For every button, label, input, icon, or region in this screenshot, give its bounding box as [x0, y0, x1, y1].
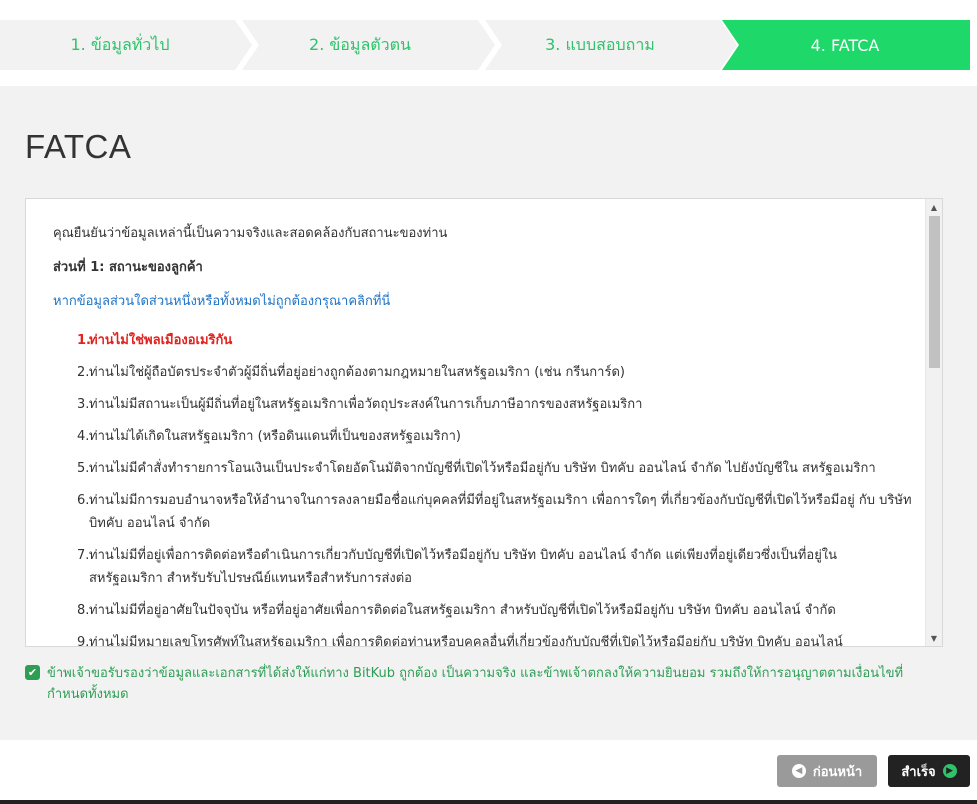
- chevron-left-circle-icon: ◀: [791, 764, 806, 778]
- edit-info-link[interactable]: หากข้อมูลส่วนใดส่วนหนึ่งหรือทั้งหมดไม่ถู…: [53, 293, 913, 311]
- item-text: ท่านไม่ใช่พลเมืองอเมริกัน: [89, 333, 233, 348]
- item-text: ท่านไม่มีคำสั่งทำรายการโอนเงินเป็นประจำโ…: [89, 461, 876, 476]
- item-text: ท่านไม่มีที่อยู่อาศัยในปัจจุบัน หรือที่อ…: [89, 603, 836, 618]
- agreement-intro: คุณยืนยันว่าข้อมูลเหล่านี้เป็นความจริงแล…: [53, 226, 448, 241]
- finish-button-label: สำเร็จ: [901, 764, 936, 780]
- item-text: ท่านไม่มีการมอบอำนาจหรือให้อำนาจในการลงล…: [89, 493, 912, 531]
- scroll-down-arrow-icon[interactable]: ▼: [926, 630, 942, 646]
- item-number: 3.: [77, 397, 90, 412]
- item-number: 7.: [77, 548, 90, 563]
- item-number: 8.: [77, 603, 90, 618]
- declaration-item: 1. ท่านไม่ใช่พลเมืองอเมริกัน: [77, 329, 913, 352]
- consent-checkbox[interactable]: ✔: [25, 665, 40, 680]
- step-identity-info[interactable]: 2. ข้อมูลตัวตน: [240, 20, 480, 70]
- item-text: ท่านไม่มีสถานะเป็นผู้มีถิ่นที่อยู่ในสหรั…: [89, 397, 643, 412]
- item-text: ท่านไม่ได้เกิดในสหรัฐอเมริกา (หรือดินแดน…: [89, 429, 461, 444]
- footer-bar: [0, 800, 977, 804]
- step-label: 2. ข้อมูลตัวตน: [309, 34, 411, 54]
- scrollbar-thumb[interactable]: [929, 216, 940, 368]
- scroll-up-arrow-icon[interactable]: ▲: [926, 199, 942, 215]
- consent-row: ✔ ข้าพเจ้าขอรับรองว่าข้อมูลและเอกสารที่ไ…: [25, 663, 935, 705]
- chevron-right-circle-icon: ▶: [942, 764, 957, 778]
- finish-button[interactable]: สำเร็จ ▶: [888, 755, 970, 787]
- item-text: ท่านไม่ใช่ผู้ถือบัตรประจำตัวผู้มีถิ่นที่…: [89, 365, 625, 380]
- item-number: 4.: [77, 429, 90, 444]
- declaration-item: 4. ท่านไม่ได้เกิดในสหรัฐอเมริกา (หรือดินแ…: [77, 425, 913, 448]
- consent-label[interactable]: ข้าพเจ้าขอรับรองว่าข้อมูลและเอกสารที่ได้…: [47, 663, 935, 705]
- step-general-info[interactable]: 1. ข้อมูลทั่วไป: [0, 20, 240, 70]
- item-number: 5.: [77, 461, 90, 476]
- declaration-item: 5. ท่านไม่มีคำสั่งทำรายการโอนเงินเป็นประจ…: [77, 457, 913, 480]
- declaration-list: 1. ท่านไม่ใช่พลเมืองอเมริกัน 2. ท่านไม่ใช่…: [53, 329, 913, 647]
- item-number: 2.: [77, 365, 90, 380]
- declaration-item: 9. ท่านไม่มีหมายเลขโทรศัพท์ในสหรัฐอเมริกา…: [77, 631, 913, 647]
- back-button-label: ก่อนหน้า: [812, 764, 863, 780]
- item-number: 9.: [77, 635, 90, 647]
- step-fatca[interactable]: 4. FATCA: [720, 20, 970, 70]
- checkmark-icon: ✔: [27, 666, 38, 679]
- declaration-item: 7. ท่านไม่มีที่อยู่เพื่อการติดต่อหรือดำเน…: [77, 544, 913, 590]
- fatca-agreement-box[interactable]: คุณยืนยันว่าข้อมูลเหล่านี้เป็นความจริงแล…: [25, 198, 943, 647]
- declaration-item: 3. ท่านไม่มีสถานะเป็นผู้มีถิ่นที่อยู่ในสห…: [77, 393, 913, 416]
- step-label: 1. ข้อมูลทั่วไป: [70, 34, 170, 54]
- declaration-item: 2. ท่านไม่ใช่ผู้ถือบัตรประจำตัวผู้มีถิ่นท…: [77, 361, 913, 384]
- section-title: ส่วนที่ 1: สถานะของลูกค้า: [53, 260, 203, 275]
- back-button[interactable]: ◀ ก่อนหน้า: [777, 755, 877, 787]
- item-text: ท่านไม่มีหมายเลขโทรศัพท์ในสหรัฐอเมริกา เ…: [89, 635, 843, 647]
- item-number: 6.: [77, 493, 90, 508]
- step-questionnaire[interactable]: 3. แบบสอบถาม: [480, 20, 720, 70]
- agreement-content: คุณยืนยันว่าข้อมูลเหล่านี้เป็นความจริงแล…: [53, 225, 913, 647]
- progress-stepper: 1. ข้อมูลทั่วไป 2. ข้อมูลตัวตน 3. แบบสอบ…: [0, 20, 970, 70]
- declaration-item: 8. ท่านไม่มีที่อยู่อาศัยในปัจจุบัน หรือที…: [77, 599, 913, 622]
- item-text: ท่านไม่มีที่อยู่เพื่อการติดต่อหรือดำเนิน…: [89, 548, 838, 586]
- item-number: 1.: [77, 333, 91, 348]
- step-label: 3. แบบสอบถาม: [545, 34, 655, 54]
- step-label: 4. FATCA: [810, 35, 880, 55]
- vertical-scrollbar[interactable]: ▲ ▼: [925, 199, 942, 646]
- page-title: FATCA: [25, 128, 132, 165]
- declaration-item: 6. ท่านไม่มีการมอบอำนาจหรือให้อำนาจในการล…: [77, 489, 913, 535]
